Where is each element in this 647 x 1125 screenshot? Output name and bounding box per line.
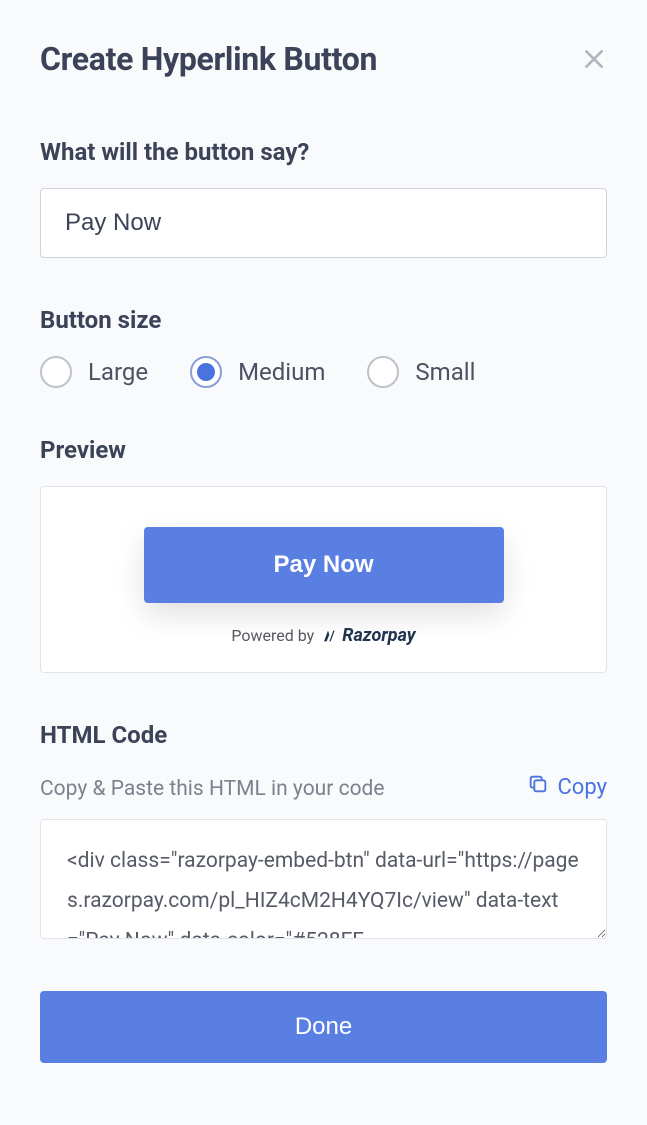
button-size-label: Button size — [40, 306, 607, 334]
powered-by: Powered by Razorpay — [231, 625, 415, 646]
preview-label: Preview — [40, 436, 607, 464]
button-text-section: What will the button say? — [40, 138, 607, 258]
radio-small[interactable]: Small — [367, 356, 475, 388]
button-size-section: Button size Large Medium Small — [40, 306, 607, 388]
preview-section: Preview Pay Now Powered by Razorpay — [40, 436, 607, 673]
footer: Done — [40, 991, 607, 1063]
html-code-hint: Copy & Paste this HTML in your code — [40, 777, 385, 801]
button-size-radio-group: Large Medium Small — [40, 356, 607, 388]
html-code-textarea[interactable] — [40, 819, 607, 939]
preview-box: Pay Now Powered by Razorpay — [40, 486, 607, 673]
done-button[interactable]: Done — [40, 991, 607, 1063]
modal-title: Create Hyperlink Button — [40, 40, 377, 78]
radio-medium[interactable]: Medium — [190, 356, 325, 388]
radio-large[interactable]: Large — [40, 356, 148, 388]
powered-by-brand: Razorpay — [342, 625, 415, 646]
radio-large-label: Large — [88, 358, 148, 386]
html-code-label: HTML Code — [40, 721, 607, 749]
button-text-label: What will the button say? — [40, 138, 607, 166]
copy-button[interactable]: Copy — [527, 773, 607, 801]
modal-header: Create Hyperlink Button — [40, 40, 607, 78]
copy-icon — [527, 773, 549, 801]
button-text-input[interactable] — [40, 188, 607, 258]
html-code-section: HTML Code Copy & Paste this HTML in your… — [40, 721, 607, 943]
radio-icon — [190, 356, 222, 388]
powered-by-prefix: Powered by — [231, 626, 314, 645]
close-icon[interactable] — [581, 46, 607, 72]
copy-label: Copy — [557, 775, 607, 800]
create-hyperlink-modal: Create Hyperlink Button What will the bu… — [0, 0, 647, 1103]
html-code-subheader: Copy & Paste this HTML in your code Copy — [40, 771, 607, 801]
radio-small-label: Small — [415, 358, 475, 386]
radio-icon — [40, 356, 72, 388]
radio-icon — [367, 356, 399, 388]
razorpay-logo-icon — [320, 628, 336, 644]
preview-pay-button[interactable]: Pay Now — [144, 527, 504, 603]
radio-medium-label: Medium — [238, 358, 325, 386]
